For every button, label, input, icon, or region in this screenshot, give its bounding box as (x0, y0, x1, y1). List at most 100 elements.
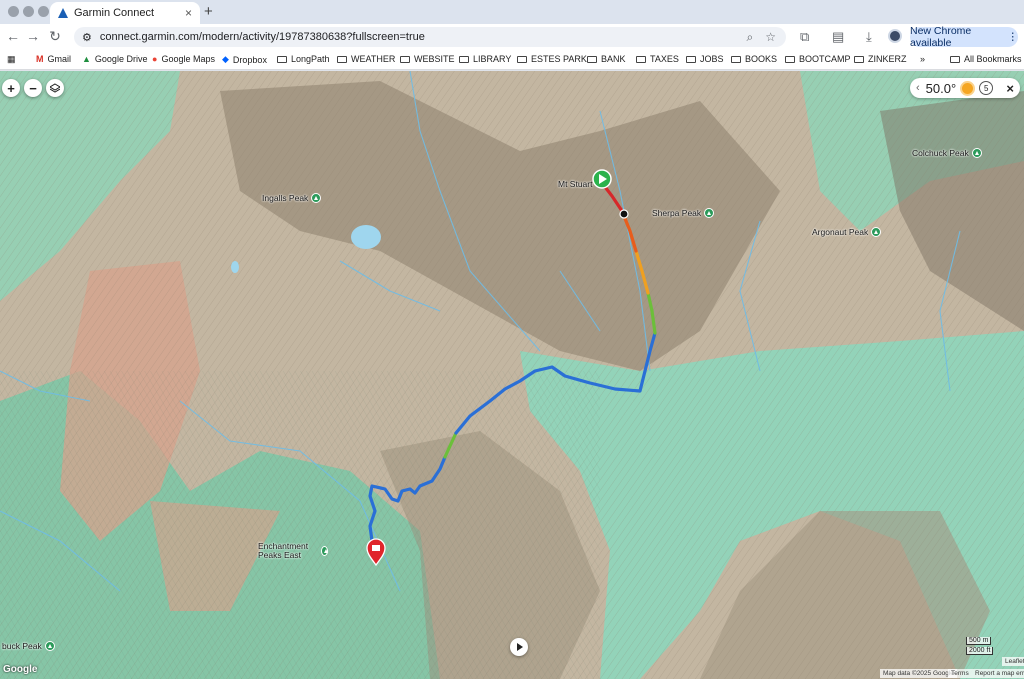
minimize-window-button[interactable] (23, 6, 34, 17)
zoom-icon[interactable]: ⌕ (747, 30, 754, 45)
folder-icon (785, 55, 795, 63)
bookmark-label: LongPath (291, 54, 330, 64)
profile-avatar[interactable] (888, 29, 902, 43)
mountain-icon (44, 641, 55, 651)
start-marker[interactable] (592, 169, 612, 189)
bookmark-estes-park[interactable]: ESTES PARK (517, 54, 587, 64)
bookmark-label: BOOTCAMP (799, 54, 851, 64)
bookmark-label: ZINKERZ (868, 54, 907, 64)
peak-sherpa[interactable]: Sherpa Peak (652, 208, 715, 218)
layers-button[interactable] (46, 79, 64, 97)
folder-icon (686, 55, 696, 63)
terrain-layer (0, 71, 1024, 679)
peak-ingalls[interactable]: Ingalls Peak (262, 193, 322, 203)
peak-buck[interactable]: buck Peak (2, 641, 55, 651)
peak-argonaut[interactable]: Argonaut Peak (812, 227, 882, 237)
extensions-icon[interactable]: ⧉ (800, 29, 809, 45)
mountain-icon (871, 227, 882, 237)
folder-icon (459, 55, 469, 63)
bookmark-taxes[interactable]: TAXES (636, 54, 679, 64)
bookmark-all-bookmarks[interactable]: All Bookmarks (950, 54, 1022, 64)
bookmark-star-icon[interactable]: ☆ (765, 30, 776, 45)
sun-icon (962, 82, 974, 94)
bookmarks-bar: ▦ M Gmail ▲ Google Drive ● Google Maps ◆ Dro… (0, 50, 1024, 70)
google-logo: Google (3, 664, 38, 675)
more-bookmarks-icon[interactable]: » (920, 54, 925, 64)
bookmark-label: BOOKS (745, 54, 778, 64)
new-chrome-available-button[interactable]: New Chrome available ⋮ (910, 25, 1019, 49)
bookmark-google-maps[interactable]: ● Google Maps (152, 54, 215, 64)
bookmark-label: JOBS (700, 54, 724, 64)
peak-label: Argonaut Peak (812, 227, 869, 237)
map-data-attribution: Map data ©2025 Google (880, 669, 957, 678)
bookmark-label: Google Maps (161, 54, 215, 64)
wind-speed: 5 (979, 81, 994, 95)
folder-icon (517, 55, 527, 63)
mountain-icon (320, 546, 328, 556)
browser-toolbar: ← → ↻ ⚙ connect.garmin.com/modern/activi… (0, 24, 1024, 50)
folder-icon (337, 55, 347, 63)
media-icon[interactable]: ▤ (832, 29, 844, 45)
peak-label: Mt Stuart (558, 179, 593, 189)
report-map-error-link[interactable]: Report a map error (972, 669, 1024, 678)
playback-button[interactable] (510, 638, 528, 656)
address-bar[interactable]: ⚙ connect.garmin.com/modern/activity/197… (74, 27, 786, 47)
bookmark-zinkerz[interactable]: ZINKERZ (854, 54, 907, 64)
peak-enchantment-east[interactable]: Enchantment Peaks East (258, 542, 328, 560)
leaflet-link[interactable]: Leaflet (1002, 657, 1024, 666)
site-info-icon[interactable]: ⚙ (82, 31, 92, 44)
apps-icon[interactable]: ▦ (7, 54, 16, 65)
more-icon: ⋮ (1007, 31, 1019, 43)
scale-metric: 500 m (966, 637, 992, 645)
back-button[interactable]: ← (4, 28, 22, 44)
zoom-in-button[interactable]: + (2, 79, 20, 97)
bookmark-label: Dropbox (232, 54, 267, 65)
bookmark-label: ESTES PARK (531, 54, 587, 64)
close-tab-icon[interactable]: × (185, 6, 192, 20)
bookmark-google-drive[interactable]: ▲ Google Drive (82, 54, 147, 64)
bookmark-label: WEATHER (351, 54, 396, 64)
folder-icon (277, 55, 287, 63)
bookmark-jobs[interactable]: JOBS (686, 54, 724, 64)
peak-mt-stuart[interactable]: Mt Stuart (558, 179, 592, 189)
folder-icon (854, 55, 864, 63)
folder-icon (950, 55, 960, 63)
scale-imperial: 2000 ft (966, 647, 994, 655)
chevron-left-icon[interactable]: ‹ (916, 82, 920, 94)
bookmark-label: LIBRARY (473, 54, 512, 64)
url-text: connect.garmin.com/modern/activity/19787… (99, 31, 425, 43)
forward-button[interactable]: → (24, 28, 42, 44)
bookmark-library[interactable]: LIBRARY (459, 54, 511, 64)
peak-colchuck[interactable]: Colchuck Peak (912, 148, 982, 158)
bookmark-longpath[interactable]: LongPath (277, 54, 330, 64)
close-icon[interactable]: × (1006, 81, 1014, 96)
activity-map[interactable]: Ingalls Peak Mt Stuart Sherpa Peak Argon… (0, 71, 1024, 679)
download-icon[interactable]: ⤓ (866, 29, 872, 45)
bookmark-bootcamp[interactable]: BOOTCAMP (785, 54, 851, 64)
bookmark-bank[interactable]: BANK (587, 54, 626, 64)
tab-title: Garmin Connect (74, 7, 155, 19)
peak-label: Colchuck Peak (912, 148, 969, 158)
bookmark-weather[interactable]: WEATHER (337, 54, 395, 64)
maximize-window-button[interactable] (38, 6, 49, 17)
close-window-button[interactable] (8, 6, 19, 17)
tab-garmin-connect[interactable]: Garmin Connect × (50, 2, 200, 24)
bookmark-label: Google Drive (94, 54, 148, 64)
update-label: New Chrome available (910, 25, 972, 49)
bookmark-gmail[interactable]: M Gmail (36, 54, 71, 64)
bookmark-label: BANK (601, 54, 626, 64)
gmail-icon: M (36, 54, 44, 64)
bookmark-website[interactable]: WEBSITE (400, 54, 455, 64)
zoom-out-button[interactable]: − (24, 79, 42, 97)
lake (231, 261, 239, 273)
drive-icon: ▲ (82, 54, 91, 64)
mountain-icon (311, 193, 322, 203)
bookmark-dropbox[interactable]: ◆ Dropbox (222, 54, 267, 65)
maps-pin-icon: ● (152, 54, 158, 64)
temperature: 50.0° (925, 80, 957, 96)
bookmark-books[interactable]: BOOKS (731, 54, 777, 64)
terms-link[interactable]: Terms (948, 669, 972, 678)
dropbox-icon: ◆ (222, 54, 229, 64)
new-tab-button[interactable]: + (204, 3, 213, 20)
reload-button[interactable]: ↻ (46, 28, 64, 45)
